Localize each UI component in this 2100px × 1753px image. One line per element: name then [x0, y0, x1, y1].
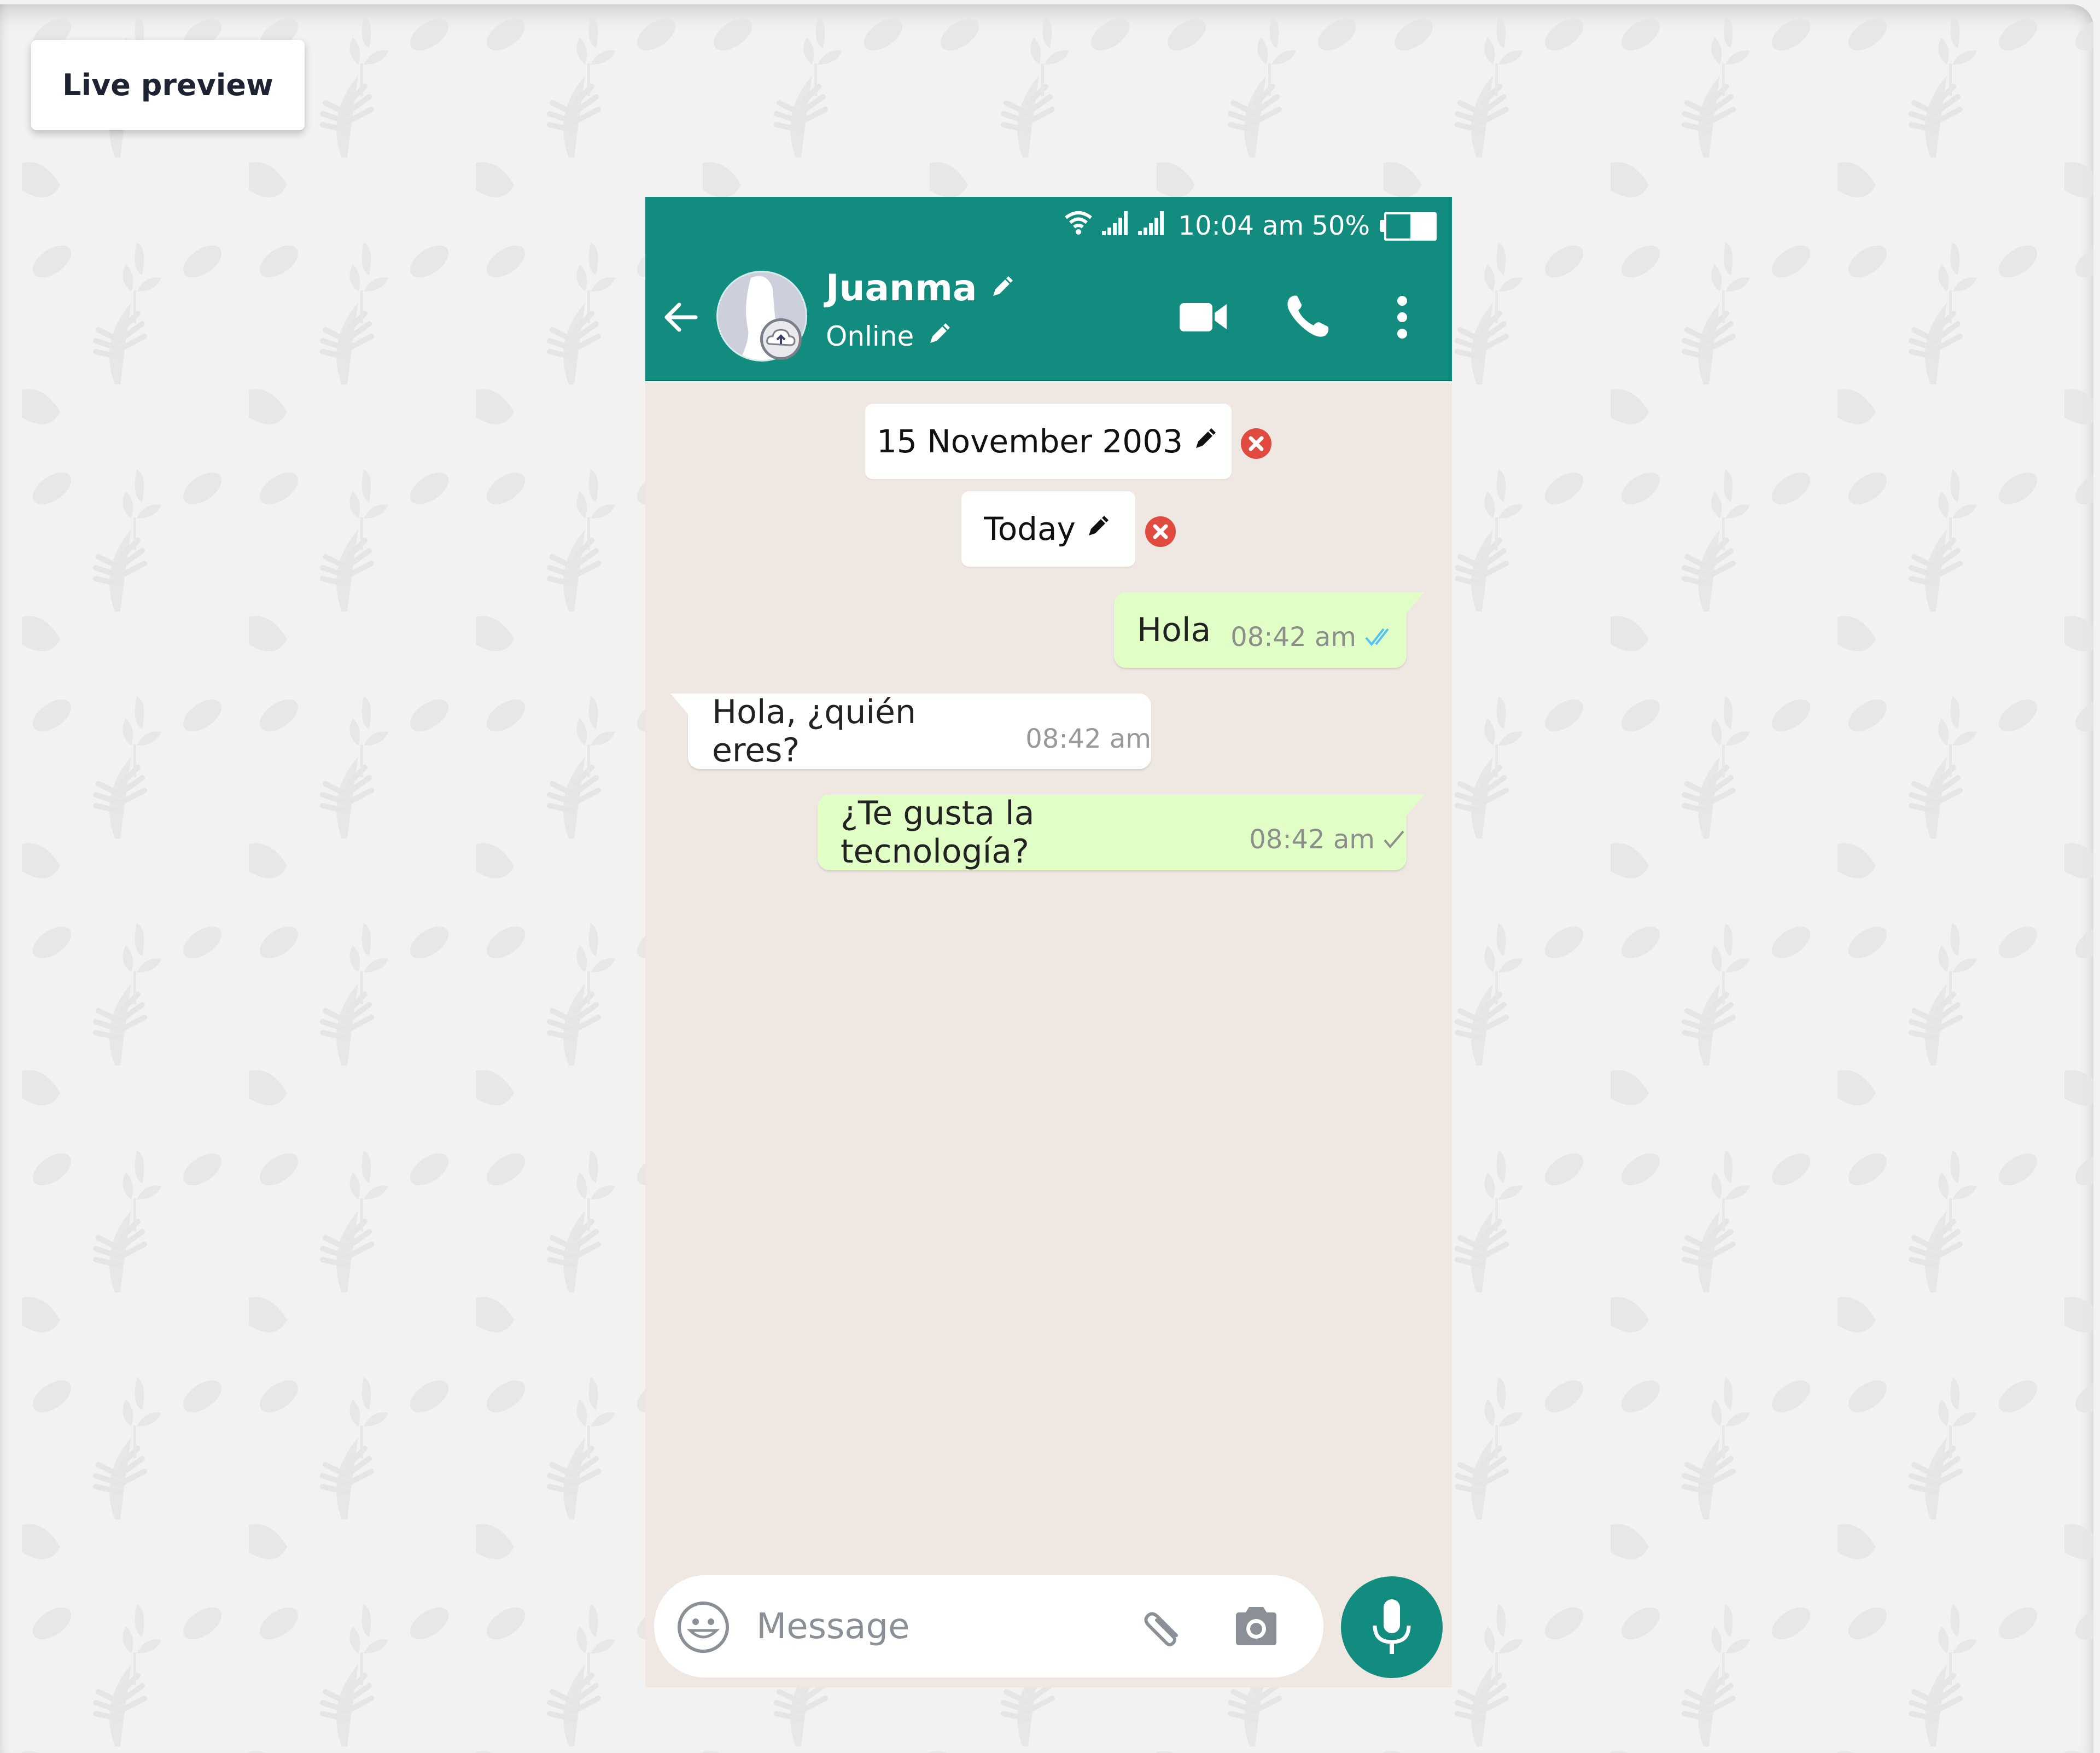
- status-time: 10:04 am: [1178, 211, 1304, 241]
- bubble-tail: [1405, 592, 1424, 614]
- contact-name-row: Juanma: [826, 267, 1017, 309]
- emoji-icon[interactable]: [676, 1600, 731, 1657]
- message-time: 08:42 am: [1025, 724, 1151, 754]
- message-text: Hola: [1137, 611, 1211, 649]
- cloud-upload-icon[interactable]: [760, 318, 802, 360]
- message-time-label: 08:42 am: [1249, 824, 1375, 855]
- contact-status: Online: [826, 321, 914, 352]
- message-input[interactable]: [755, 1597, 1107, 1656]
- wifi-icon: [1064, 210, 1093, 242]
- arrow-left-icon[interactable]: [662, 298, 700, 336]
- microphone-button[interactable]: [1341, 1576, 1443, 1678]
- phone-preview: 10:04 am 50% Juanma Online 15 November 2…: [645, 197, 1452, 1687]
- microphone-icon: [1373, 1599, 1411, 1654]
- edit-date-pencil-icon[interactable]: [1192, 423, 1220, 460]
- message-time: 08:42 am: [1230, 622, 1399, 654]
- contact-name: Juanma: [826, 267, 977, 309]
- live-preview-button[interactable]: Live preview: [31, 40, 305, 130]
- video-call-icon[interactable]: [1179, 300, 1229, 336]
- remove-date-chip-icon[interactable]: [1240, 427, 1273, 460]
- battery-fill: [1410, 214, 1434, 238]
- chat-messages-area: 15 November 2003 Today Hola 08:42 am Hol…: [645, 380, 1452, 1687]
- bubble-tail: [1405, 795, 1424, 817]
- message-text: Hola, ¿quién eres?: [712, 693, 916, 770]
- date-chip-label: 15 November 2003: [876, 423, 1183, 460]
- edit-name-pencil-icon[interactable]: [989, 267, 1017, 309]
- date-chip: 15 November 2003: [865, 404, 1232, 479]
- message-time: 08:42 am: [1249, 824, 1407, 857]
- chat-header: 10:04 am 50% Juanma Online: [645, 197, 1452, 381]
- phone-icon[interactable]: [1285, 293, 1332, 342]
- signal-icon: [1101, 210, 1129, 242]
- message-bubble-incoming[interactable]: Hola, ¿quién eres? 08:42 am: [670, 693, 1151, 770]
- date-chip-label: Today: [984, 510, 1076, 548]
- single-check-sent-icon: [1382, 826, 1407, 857]
- signal-icon: [1137, 210, 1165, 242]
- edit-status-pencil-icon[interactable]: [926, 319, 954, 354]
- battery-percent: 50%: [1311, 211, 1370, 241]
- message-bubble-outgoing[interactable]: ¿Te gusta la tecnología? 08:42 am: [818, 794, 1424, 871]
- battery-icon: [1380, 212, 1437, 241]
- more-vertical-icon[interactable]: [1396, 295, 1409, 341]
- edit-date-pencil-icon[interactable]: [1084, 510, 1113, 548]
- message-composer: [654, 1575, 1323, 1678]
- message-bubble-outgoing[interactable]: Hola 08:42 am: [1114, 592, 1424, 668]
- message-text: ¿Te gusta la tecnología?: [841, 794, 1035, 871]
- double-check-read-icon: [1364, 624, 1399, 654]
- date-chip: Today: [961, 491, 1135, 567]
- message-time-label: 08:42 am: [1230, 621, 1357, 653]
- contact-status-row: Online: [826, 319, 954, 354]
- remove-date-chip-icon[interactable]: [1144, 515, 1177, 548]
- bubble-tail: [670, 694, 689, 715]
- paperclip-icon[interactable]: [1138, 1603, 1187, 1654]
- status-bar: 10:04 am 50%: [1064, 207, 1437, 245]
- camera-icon[interactable]: [1233, 1604, 1280, 1650]
